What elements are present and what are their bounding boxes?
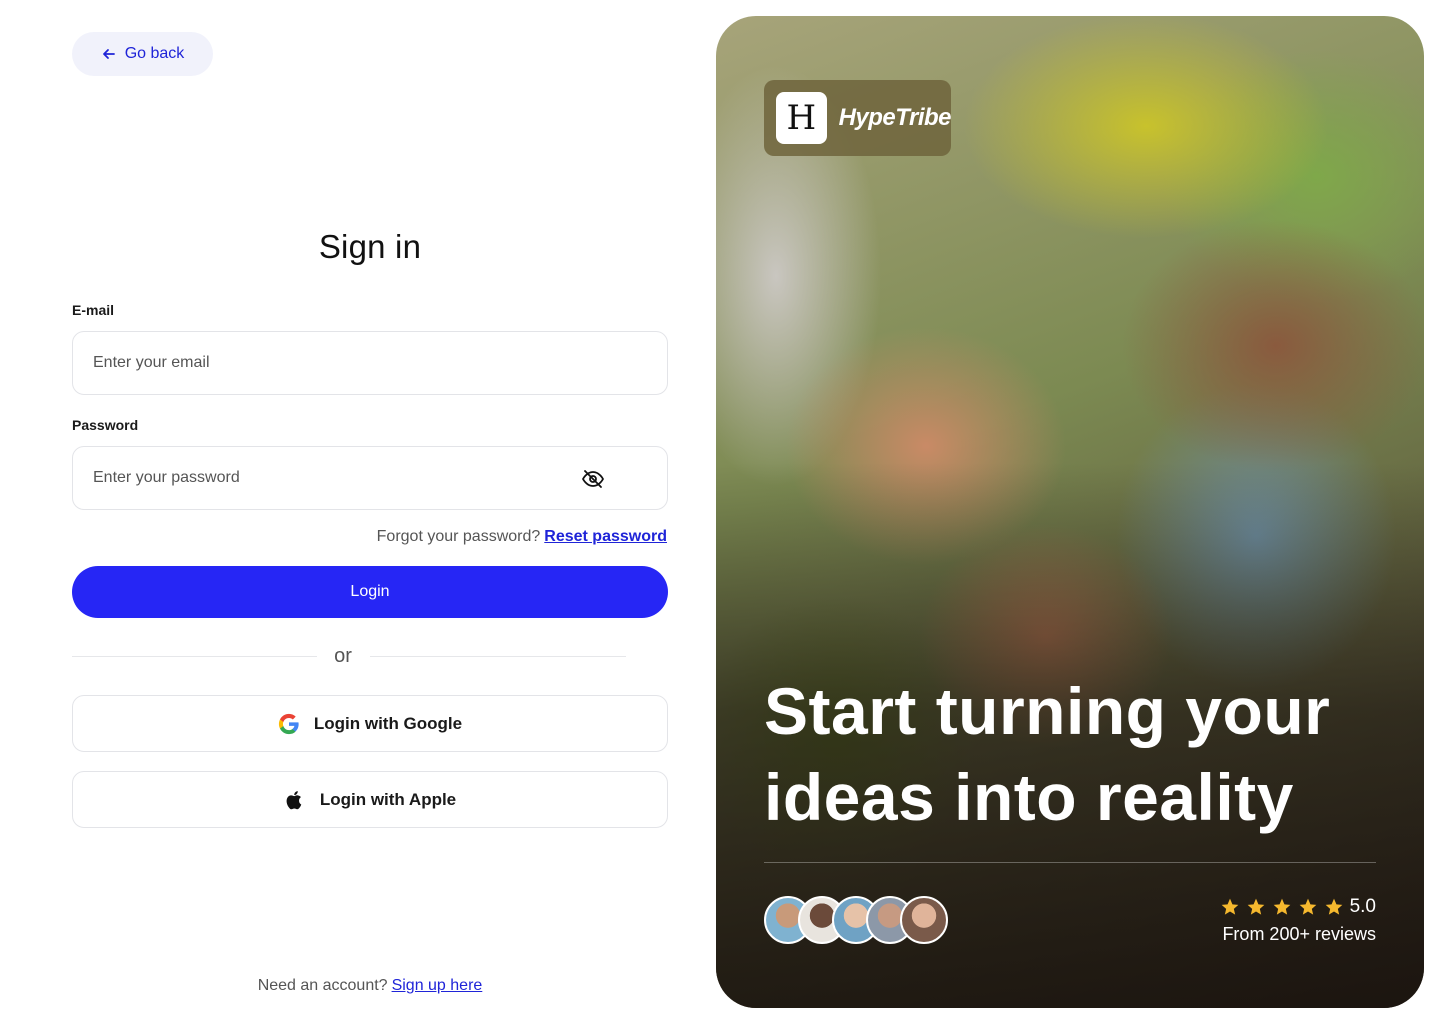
star-icon bbox=[1247, 898, 1264, 915]
brand-logo: H bbox=[776, 92, 827, 144]
apple-icon bbox=[286, 790, 302, 809]
divider-left bbox=[72, 656, 317, 657]
divider-text: or bbox=[334, 645, 352, 667]
password-field-wrapper bbox=[72, 446, 668, 510]
login-apple-label: Login with Apple bbox=[319, 789, 457, 809]
hero-headline: Start turning your ideas into reality bbox=[764, 674, 1331, 834]
password-label: Password bbox=[72, 417, 139, 433]
star-icon bbox=[1273, 898, 1290, 915]
google-icon bbox=[278, 713, 299, 734]
signup-link[interactable]: Sign up here bbox=[392, 977, 483, 994]
go-back-label: Go back bbox=[124, 45, 185, 62]
rating-row: 5.0 bbox=[1220, 896, 1376, 918]
divider-right bbox=[370, 656, 626, 657]
star-icon bbox=[1325, 898, 1342, 915]
brand-badge: H HypeTribe bbox=[764, 80, 952, 156]
login-google-button[interactable]: Login with Google bbox=[72, 695, 668, 752]
signup-text: Need an account? bbox=[257, 977, 388, 994]
reviews-count: From 200+ reviews bbox=[1222, 924, 1376, 944]
reset-password-link[interactable]: Reset password bbox=[544, 528, 667, 545]
rating-block: 5.0 From 200+ reviews bbox=[1220, 896, 1376, 945]
email-field-wrapper bbox=[72, 331, 668, 395]
login-apple-button[interactable]: Login with Apple bbox=[72, 771, 668, 828]
email-input[interactable] bbox=[93, 354, 647, 372]
email-label: E-mail bbox=[72, 302, 115, 318]
login-google-label: Login with Google bbox=[313, 713, 463, 733]
login-button[interactable]: Login bbox=[72, 566, 668, 618]
forgot-password-text: Forgot your password? bbox=[376, 528, 541, 545]
star-rating bbox=[1220, 897, 1344, 917]
hero-overlay bbox=[716, 16, 1424, 1008]
eye-off-icon[interactable] bbox=[581, 467, 605, 491]
star-icon bbox=[1299, 898, 1316, 915]
hero-divider bbox=[764, 862, 1376, 863]
forgot-password-row: Forgot your password? Reset password bbox=[377, 528, 667, 546]
reviewer-avatars bbox=[764, 896, 948, 944]
signup-row: Need an account? Sign up here bbox=[72, 977, 668, 995]
brand-name: HypeTribe bbox=[838, 104, 952, 131]
password-input[interactable] bbox=[93, 469, 647, 487]
go-back-button[interactable]: Go back bbox=[72, 32, 213, 76]
hero-image-panel: H HypeTribe Start turning your ideas int… bbox=[716, 16, 1424, 1008]
avatar bbox=[900, 896, 948, 944]
star-icon bbox=[1221, 898, 1238, 915]
rating-value: 5.0 bbox=[1349, 896, 1376, 917]
arrow-left-icon bbox=[102, 49, 115, 59]
page-title: Sign in bbox=[318, 228, 422, 265]
